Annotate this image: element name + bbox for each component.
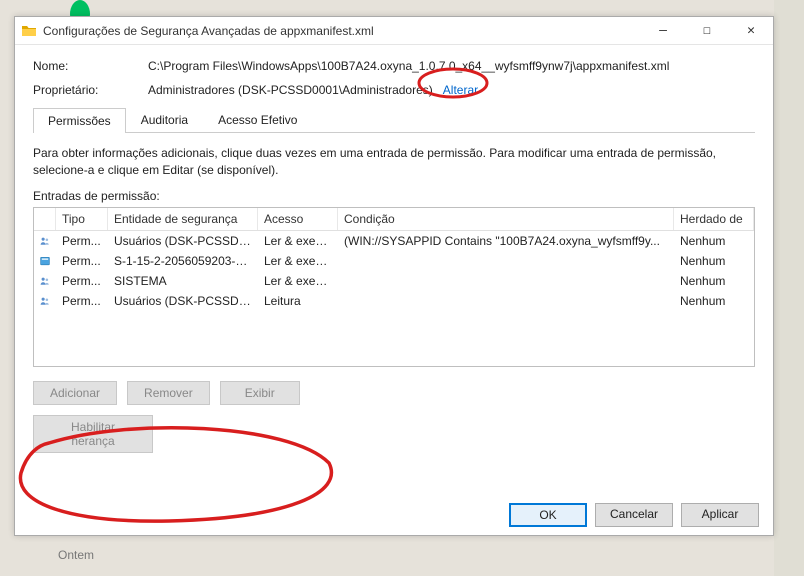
cell-inherited: Nenhum: [674, 292, 754, 310]
app-icon: [34, 251, 56, 271]
owner-label: Proprietário:: [33, 83, 148, 97]
cell-condition: [338, 299, 674, 303]
col-entity[interactable]: Entidade de segurança: [108, 208, 258, 230]
tab-effective-access[interactable]: Acesso Efetivo: [203, 107, 312, 132]
apply-button[interactable]: Aplicar: [681, 503, 759, 527]
name-label: Nome:: [33, 59, 148, 73]
tab-auditing[interactable]: Auditoria: [126, 107, 203, 132]
cell-type: Perm...: [56, 252, 108, 270]
cell-access: Ler & execu...: [258, 252, 338, 270]
cell-type: Perm...: [56, 292, 108, 310]
table-row[interactable]: Perm...Usuários (DSK-PCSSD0...Leitura Nen…: [34, 291, 754, 311]
tab-strip: Permissões Auditoria Acesso Efetivo: [33, 107, 755, 133]
window-title: Configurações de Segurança Avançadas de …: [43, 24, 641, 38]
users-icon: [34, 231, 56, 251]
maximize-button[interactable]: ☐: [685, 17, 729, 44]
table-row[interactable]: Perm...Usuários (DSK-PCSSD0...Ler & exec…: [34, 231, 754, 251]
cancel-button[interactable]: Cancelar: [595, 503, 673, 527]
col-inherited[interactable]: Herdado de: [674, 208, 754, 230]
cell-condition: (WIN://SYSAPPID Contains "100B7A24.oxyna…: [338, 232, 674, 250]
change-owner-link[interactable]: Alterar: [443, 83, 478, 97]
bg-ontem: Ontem: [58, 548, 94, 562]
cell-inherited: Nenhum: [674, 252, 754, 270]
cell-entity: SISTEMA: [108, 272, 258, 290]
cell-access: Ler & execu...: [258, 272, 338, 290]
entries-label: Entradas de permissão:: [33, 189, 755, 203]
add-button[interactable]: Adicionar: [33, 381, 117, 405]
table-row[interactable]: Perm...S-1-15-2-2056059203-1...Ler & exe…: [34, 251, 754, 271]
remove-button[interactable]: Remover: [127, 381, 210, 405]
users-icon: [34, 271, 56, 291]
name-value: C:\Program Files\WindowsApps\100B7A24.ox…: [148, 59, 669, 73]
tab-permissions[interactable]: Permissões: [33, 108, 126, 133]
users-icon: [34, 291, 56, 311]
folder-icon: [21, 23, 37, 39]
cell-entity: S-1-15-2-2056059203-1...: [108, 252, 258, 270]
minimize-button[interactable]: —: [641, 17, 685, 44]
cell-inherited: Nenhum: [674, 232, 754, 250]
cell-access: Ler & execu...: [258, 232, 338, 250]
cell-type: Perm...: [56, 272, 108, 290]
cell-access: Leitura: [258, 292, 338, 310]
cell-inherited: Nenhum: [674, 272, 754, 290]
titlebar: Configurações de Segurança Avançadas de …: [15, 17, 773, 45]
list-header: Tipo Entidade de segurança Acesso Condiç…: [34, 208, 754, 231]
cell-condition: [338, 259, 674, 263]
ok-button[interactable]: OK: [509, 503, 587, 527]
view-button[interactable]: Exibir: [220, 381, 300, 405]
close-button[interactable]: ✕: [729, 17, 773, 44]
security-dialog: Configurações de Segurança Avançadas de …: [14, 16, 774, 536]
cell-entity: Usuários (DSK-PCSSD0...: [108, 232, 258, 250]
enable-inheritance-button[interactable]: Habilitar herança: [33, 415, 153, 453]
col-condition[interactable]: Condição: [338, 208, 674, 230]
col-type[interactable]: Tipo: [56, 208, 108, 230]
description-text: Para obter informações adicionais, cliqu…: [33, 145, 755, 179]
table-row[interactable]: Perm...SISTEMALer & execu... Nenhum: [34, 271, 754, 291]
permission-entries-list[interactable]: Tipo Entidade de segurança Acesso Condiç…: [33, 207, 755, 367]
cell-entity: Usuários (DSK-PCSSD0...: [108, 292, 258, 310]
col-access[interactable]: Acesso: [258, 208, 338, 230]
cell-condition: [338, 279, 674, 283]
owner-value: Administradores (DSK-PCSSD0001\Administr…: [148, 83, 478, 97]
cell-type: Perm...: [56, 232, 108, 250]
